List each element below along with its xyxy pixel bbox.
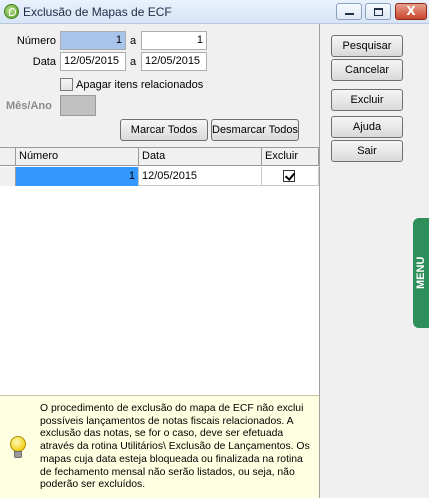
numero-to-input[interactable]: 1 — [141, 31, 207, 50]
data-range-separator: a — [130, 56, 137, 68]
maximize-icon — [374, 8, 383, 16]
data-to-input[interactable]: 12/05/2015 — [141, 52, 207, 71]
minimize-button[interactable] — [336, 3, 362, 20]
excluir-checkbox[interactable] — [283, 170, 295, 182]
window-title: Exclusão de Mapas de ECF — [23, 5, 172, 19]
mapas-grid[interactable]: Número Data Excluir 1 12/05/2015 — [0, 147, 319, 395]
pesquisar-button[interactable]: Pesquisar — [331, 35, 403, 57]
grid-header-indicator — [0, 148, 16, 166]
lightbulb-glass — [10, 436, 26, 452]
data-from-input[interactable]: 12/05/2015 — [60, 52, 126, 71]
grid-header-excluir[interactable]: Excluir — [262, 148, 319, 166]
excluir-button[interactable]: Excluir — [331, 89, 403, 111]
grid-header: Número Data Excluir — [0, 148, 319, 166]
close-button[interactable]: X — [395, 3, 427, 20]
sair-button[interactable]: Sair — [331, 140, 403, 162]
cell-data[interactable]: 12/05/2015 — [139, 167, 262, 186]
grid-header-data[interactable]: Data — [139, 148, 262, 166]
lightbulb-base — [14, 451, 22, 458]
maximize-button[interactable] — [365, 3, 391, 20]
marcar-todos-button[interactable]: Marcar Todos — [120, 119, 208, 141]
cancelar-button[interactable]: Cancelar — [331, 59, 403, 81]
main-window: Exclusão de Mapas de ECF X Número 1 a 1 … — [0, 0, 429, 498]
menu-tab-label: MENU — [415, 256, 427, 290]
menu-tab[interactable]: MENU — [413, 218, 429, 328]
numero-from-input[interactable]: 1 — [60, 31, 126, 50]
lightbulb-icon — [9, 436, 27, 460]
cell-numero[interactable]: 1 — [16, 167, 139, 186]
info-text: O procedimento de exclusão do mapa de EC… — [40, 403, 310, 491]
row-indicator[interactable] — [0, 167, 16, 186]
grid-header-numero[interactable]: Número — [16, 148, 139, 166]
mes-ano-input — [60, 95, 96, 116]
info-panel: O procedimento de exclusão do mapa de EC… — [0, 395, 319, 498]
cell-excluir[interactable] — [262, 167, 319, 186]
minimize-icon — [345, 13, 354, 15]
app-icon — [4, 4, 19, 19]
close-icon: X — [406, 4, 416, 18]
numero-range-separator: a — [130, 35, 137, 47]
title-bar[interactable]: Exclusão de Mapas de ECF X — [0, 0, 429, 24]
data-label: Data — [32, 56, 56, 68]
table-row[interactable]: 1 12/05/2015 — [0, 167, 319, 186]
numero-label: Número — [16, 35, 56, 47]
ajuda-button[interactable]: Ajuda — [331, 116, 403, 138]
mes-ano-label: Mês/Ano — [6, 100, 52, 112]
apagar-itens-label: Apagar itens relacionados — [76, 79, 204, 91]
desmarcar-todos-button[interactable]: Desmarcar Todos — [211, 119, 299, 141]
apagar-itens-checkbox[interactable] — [60, 78, 73, 91]
